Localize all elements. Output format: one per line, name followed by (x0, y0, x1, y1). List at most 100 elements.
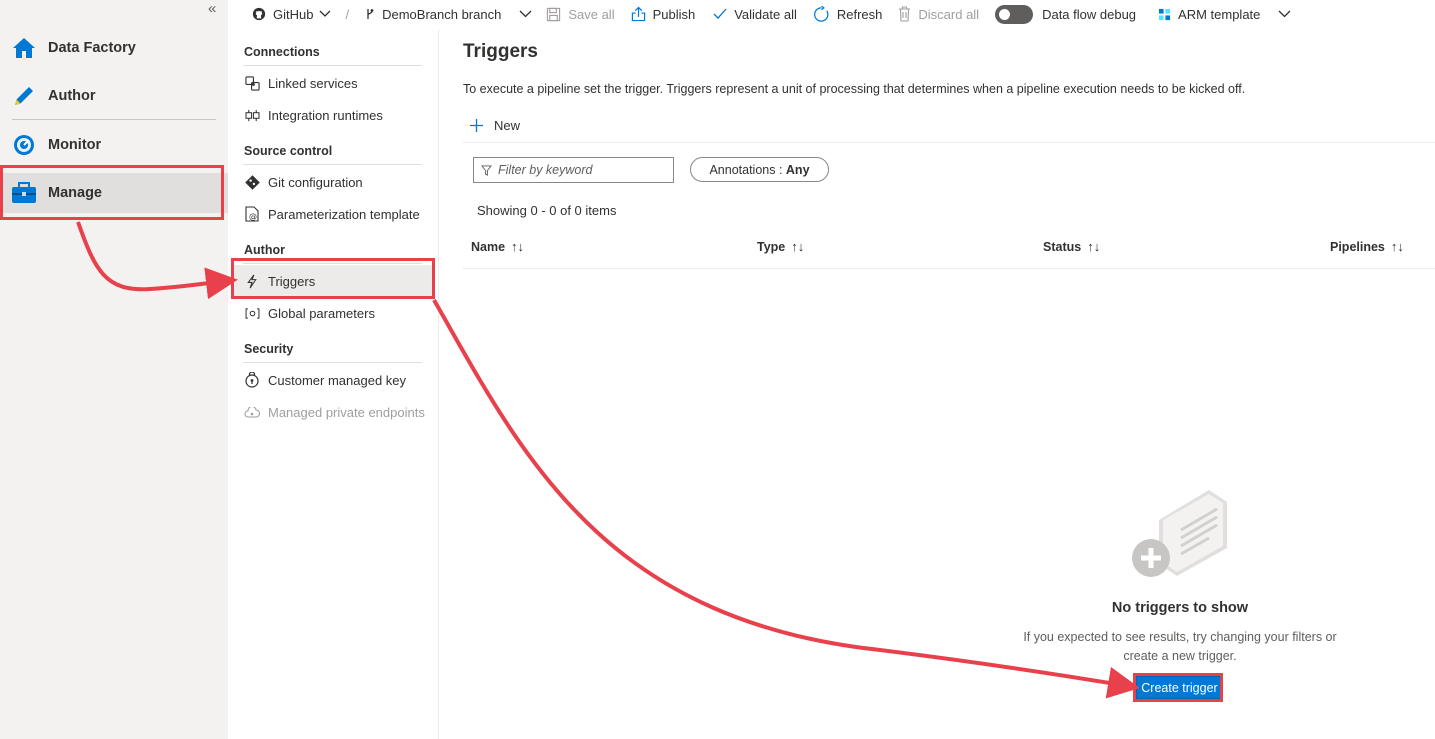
triggers-page: Triggers To execute a pipeline set the t… (439, 30, 1435, 739)
subnav-label: Triggers (268, 273, 316, 289)
section-divider (243, 65, 422, 66)
subnav-label: Integration runtimes (268, 107, 383, 123)
branch-dropdown[interactable]: DemoBranch branch (365, 0, 532, 28)
subnav-item-managed-private-endpoints[interactable]: Managed private endpoints (232, 396, 432, 428)
svg-text:@: @ (249, 212, 257, 221)
subnav-label: Linked services (268, 75, 358, 91)
branch-icon (367, 9, 374, 19)
git-icon (244, 174, 260, 190)
branch-label: DemoBranch branch (382, 6, 502, 22)
page-title: Triggers (463, 41, 538, 62)
refresh-label: Refresh (836, 6, 883, 22)
linked-services-icon (244, 75, 260, 91)
chevron-down-icon (320, 10, 331, 17)
create-trigger-button[interactable]: Create trigger (1136, 676, 1223, 699)
table-header-divider (463, 268, 1435, 269)
column-label: Name (471, 239, 506, 254)
nav-label: Monitor (48, 137, 102, 153)
annotations-label: Annotations : (709, 162, 783, 177)
integration-runtime-icon (244, 107, 260, 123)
nav-item-data-factory[interactable]: Data Factory (0, 28, 228, 68)
github-icon (252, 7, 266, 21)
subnav-item-linked-services[interactable]: Linked services (232, 67, 432, 99)
toggle-knob (999, 8, 1011, 20)
home-icon (11, 35, 37, 61)
filter-by-keyword-field[interactable] (473, 157, 674, 183)
empty-state-title: No triggers to show (1111, 600, 1249, 616)
section-heading-source-control: Source control (244, 144, 333, 158)
publish-label: Publish (652, 6, 696, 22)
arm-template-icon (1158, 8, 1171, 20)
sort-icon: ↑↓ (1390, 239, 1404, 254)
subnav-item-customer-managed-key[interactable]: Customer managed key (232, 364, 432, 396)
annotations-value: Any (785, 162, 810, 177)
sort-icon: ↑↓ (511, 239, 525, 254)
publish-button[interactable]: Publish (631, 0, 696, 28)
discard-all-button[interactable]: Discard all (898, 0, 979, 28)
breadcrumb-separator: / (345, 6, 350, 22)
chevron-down-icon (1278, 10, 1291, 18)
column-header-pipelines[interactable]: Pipelines ↑↓ (1330, 239, 1404, 254)
column-label: Status (1043, 239, 1082, 254)
repo-dropdown[interactable]: GitHub (252, 0, 331, 28)
section-divider (243, 164, 422, 165)
nav-label: Author (48, 88, 96, 104)
column-header-type[interactable]: Type ↑↓ (757, 239, 804, 254)
manage-secondary-nav: Connections Linked services Integration … (228, 30, 439, 739)
column-label: Type (757, 239, 786, 254)
empty-desc-line: create a new trigger. (1123, 649, 1237, 663)
data-flow-debug-label: Data flow debug (1042, 6, 1137, 22)
pencil-icon (11, 83, 37, 109)
nav-item-monitor[interactable]: Monitor (0, 125, 228, 165)
subnav-label: Git configuration (268, 174, 363, 190)
column-header-status[interactable]: Status ↑↓ (1043, 239, 1100, 254)
trash-icon (899, 6, 911, 22)
sort-icon: ↑↓ (791, 239, 805, 254)
publish-icon (631, 6, 645, 22)
subnav-item-global-parameters[interactable]: Global parameters (232, 297, 432, 329)
toolbox-icon (11, 180, 37, 206)
collapse-nav-icon[interactable]: « (208, 0, 216, 17)
nav-label: Data Factory (48, 40, 136, 56)
items-count: Showing 0 - 0 of 0 items (477, 203, 617, 218)
arm-template-label: ARM template (1178, 6, 1261, 22)
chevron-down-icon (519, 10, 532, 18)
command-bar-divider (463, 142, 1435, 143)
subnav-item-integration-runtimes[interactable]: Integration runtimes (232, 99, 432, 131)
refresh-icon (813, 5, 829, 22)
empty-state-illustration (1129, 490, 1229, 585)
template-icon: @ (244, 206, 260, 222)
column-label: Pipelines (1330, 239, 1385, 254)
annotations-filter-pill[interactable]: Annotations : Any (690, 157, 829, 182)
key-lock-icon (244, 372, 260, 388)
section-divider (243, 362, 422, 363)
new-trigger-button[interactable]: New (469, 114, 520, 136)
nav-item-author[interactable]: Author (0, 76, 228, 116)
save-icon (547, 7, 561, 21)
subnav-item-parameterization-template[interactable]: @ Parameterization template (232, 198, 432, 230)
empty-state-description: If you expected to see results, try chan… (1004, 628, 1356, 666)
refresh-button[interactable]: Refresh (813, 0, 883, 28)
subnav-item-git-configuration[interactable]: Git configuration (232, 166, 432, 198)
column-header-name[interactable]: Name ↑↓ (471, 239, 524, 254)
validate-all-label: Validate all (734, 6, 797, 22)
nav-divider (12, 119, 216, 120)
cloud-icon (244, 404, 260, 420)
nav-item-manage[interactable]: Manage (0, 173, 228, 213)
filter-input[interactable] (498, 163, 668, 177)
parameters-icon (244, 305, 260, 321)
section-heading-connections: Connections (244, 45, 320, 59)
left-navigation-rail: « Data Factory Author Monitor Manage (0, 0, 228, 739)
empty-desc-line: If you expected to see results, try chan… (1023, 630, 1337, 644)
subnav-label: Parameterization template (268, 206, 420, 222)
subnav-item-triggers[interactable]: Triggers (232, 265, 432, 297)
validate-all-button[interactable]: Validate all (713, 0, 797, 28)
data-flow-debug-toggle[interactable]: Data flow debug (995, 0, 1136, 28)
toggle-switch[interactable] (995, 4, 1034, 24)
save-all-button[interactable]: Save all (546, 0, 615, 28)
monitor-gauge-icon (11, 132, 37, 158)
filter-icon (481, 164, 492, 176)
plus-icon (470, 118, 483, 132)
section-heading-author: Author (244, 243, 285, 257)
arm-template-dropdown[interactable]: ARM template (1158, 0, 1291, 28)
